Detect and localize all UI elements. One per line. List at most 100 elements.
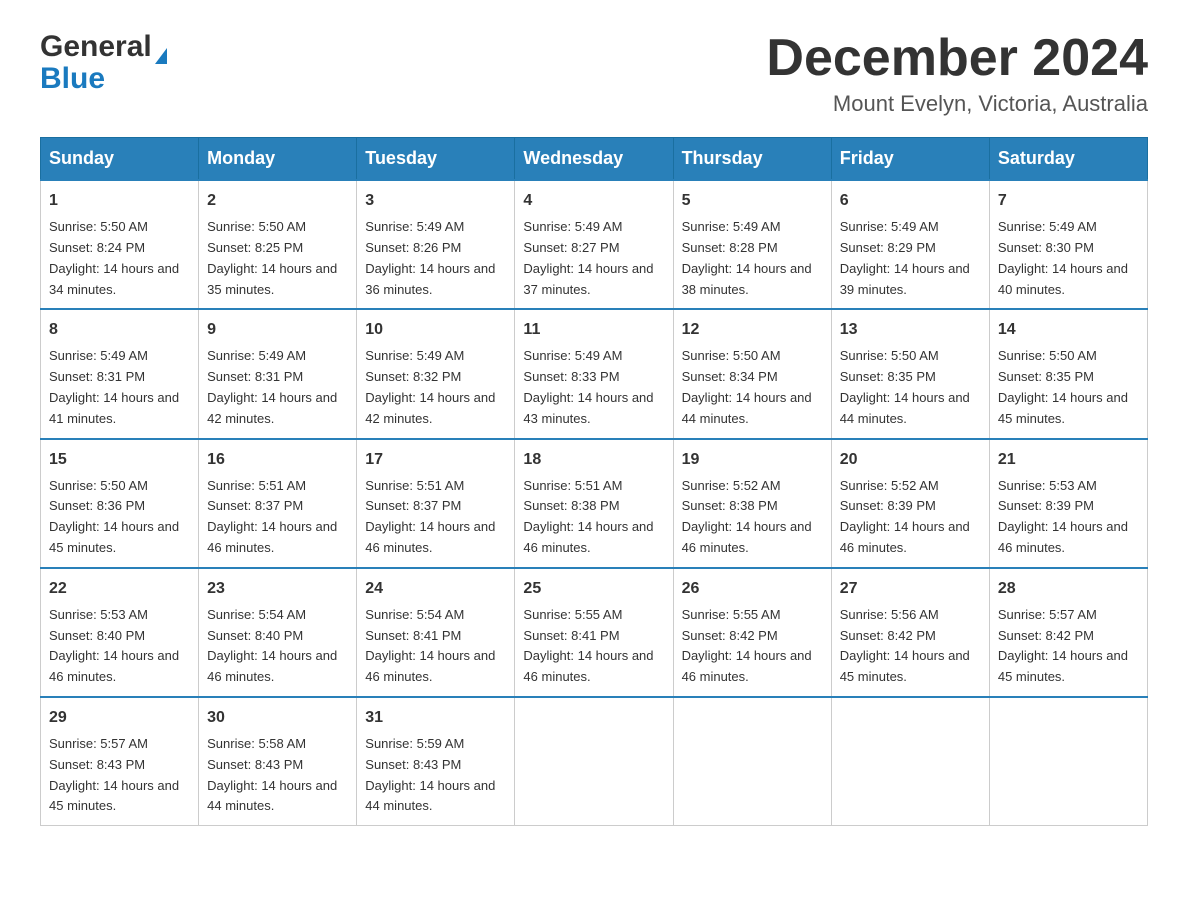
calendar-day-cell: 28 Sunrise: 5:57 AMSunset: 8:42 PMDayligh… [989,568,1147,697]
calendar-day-cell: 11 Sunrise: 5:49 AMSunset: 8:33 PMDayligh… [515,309,673,438]
day-number: 27 [840,577,981,601]
calendar-week-row: 1 Sunrise: 5:50 AMSunset: 8:24 PMDaylight… [41,180,1148,309]
day-detail: Sunrise: 5:51 AMSunset: 8:37 PMDaylight:… [207,478,337,555]
day-number: 28 [998,577,1139,601]
day-number: 25 [523,577,664,601]
day-number: 21 [998,448,1139,472]
calendar-day-cell [515,697,673,826]
calendar-day-cell: 22Sunrise: 5:53 AMSunset: 8:40 PMDayligh… [41,568,199,697]
day-number: 10 [365,318,506,342]
day-detail: Sunrise: 5:50 AMSunset: 8:36 PMDaylight:… [49,478,179,555]
title-block: December 2024 Mount Evelyn, Victoria, Au… [766,30,1148,117]
calendar-day-cell: 26 Sunrise: 5:55 AMSunset: 8:42 PMDayligh… [673,568,831,697]
day-number: 13 [840,318,981,342]
day-detail: Sunrise: 5:52 AMSunset: 8:38 PMDaylight:… [682,478,812,555]
day-number: 19 [682,448,823,472]
calendar-day-cell: 1 Sunrise: 5:50 AMSunset: 8:24 PMDaylight… [41,180,199,309]
day-detail: Sunrise: 5:49 AMSunset: 8:30 PMDaylight:… [998,219,1128,296]
day-number: 16 [207,448,348,472]
day-number: 1 [49,189,190,213]
calendar-week-row: 29 Sunrise: 5:57 AMSunset: 8:43 PMDayligh… [41,697,1148,826]
calendar-day-cell: 12 Sunrise: 5:50 AMSunset: 8:34 PMDayligh… [673,309,831,438]
day-number: 2 [207,189,348,213]
calendar-day-cell: 27 Sunrise: 5:56 AMSunset: 8:42 PMDayligh… [831,568,989,697]
calendar-day-cell: 20Sunrise: 5:52 AMSunset: 8:39 PMDayligh… [831,439,989,568]
calendar-header-sunday: Sunday [41,138,199,181]
day-number: 3 [365,189,506,213]
day-detail: Sunrise: 5:56 AMSunset: 8:42 PMDaylight:… [840,607,970,684]
calendar-day-cell: 21 Sunrise: 5:53 AMSunset: 8:39 PMDayligh… [989,439,1147,568]
day-detail: Sunrise: 5:51 AMSunset: 8:37 PMDaylight:… [365,478,495,555]
day-detail: Sunrise: 5:58 AMSunset: 8:43 PMDaylight:… [207,736,337,813]
day-detail: Sunrise: 5:49 AMSunset: 8:31 PMDaylight:… [49,348,179,425]
day-number: 17 [365,448,506,472]
day-detail: Sunrise: 5:57 AMSunset: 8:43 PMDaylight:… [49,736,179,813]
day-number: 30 [207,706,348,730]
day-number: 31 [365,706,506,730]
day-detail: Sunrise: 5:54 AMSunset: 8:41 PMDaylight:… [365,607,495,684]
day-detail: Sunrise: 5:54 AMSunset: 8:40 PMDaylight:… [207,607,337,684]
day-number: 18 [523,448,664,472]
logo-blue-text: Blue [40,62,105,96]
calendar-day-cell: 13 Sunrise: 5:50 AMSunset: 8:35 PMDayligh… [831,309,989,438]
day-detail: Sunrise: 5:49 AMSunset: 8:26 PMDaylight:… [365,219,495,296]
calendar-table: SundayMondayTuesdayWednesdayThursdayFrid… [40,137,1148,826]
day-number: 4 [523,189,664,213]
calendar-week-row: 15 Sunrise: 5:50 AMSunset: 8:36 PMDayligh… [41,439,1148,568]
calendar-day-cell [673,697,831,826]
calendar-week-row: 22Sunrise: 5:53 AMSunset: 8:40 PMDayligh… [41,568,1148,697]
day-detail: Sunrise: 5:49 AMSunset: 8:28 PMDaylight:… [682,219,812,296]
calendar-day-cell: 6 Sunrise: 5:49 AMSunset: 8:29 PMDaylight… [831,180,989,309]
day-number: 26 [682,577,823,601]
calendar-week-row: 8 Sunrise: 5:49 AMSunset: 8:31 PMDaylight… [41,309,1148,438]
day-number: 11 [523,318,664,342]
day-detail: Sunrise: 5:50 AMSunset: 8:34 PMDaylight:… [682,348,812,425]
day-detail: Sunrise: 5:49 AMSunset: 8:29 PMDaylight:… [840,219,970,296]
calendar-day-cell: 25Sunrise: 5:55 AMSunset: 8:41 PMDayligh… [515,568,673,697]
calendar-header-saturday: Saturday [989,138,1147,181]
day-number: 24 [365,577,506,601]
location-title: Mount Evelyn, Victoria, Australia [766,91,1148,117]
day-detail: Sunrise: 5:55 AMSunset: 8:42 PMDaylight:… [682,607,812,684]
calendar-header-friday: Friday [831,138,989,181]
calendar-day-cell: 23Sunrise: 5:54 AMSunset: 8:40 PMDayligh… [199,568,357,697]
day-number: 5 [682,189,823,213]
calendar-day-cell [831,697,989,826]
day-detail: Sunrise: 5:53 AMSunset: 8:39 PMDaylight:… [998,478,1128,555]
calendar-day-cell: 16 Sunrise: 5:51 AMSunset: 8:37 PMDayligh… [199,439,357,568]
calendar-day-cell: 9 Sunrise: 5:49 AMSunset: 8:31 PMDaylight… [199,309,357,438]
calendar-day-cell: 8 Sunrise: 5:49 AMSunset: 8:31 PMDaylight… [41,309,199,438]
calendar-header-tuesday: Tuesday [357,138,515,181]
day-number: 7 [998,189,1139,213]
day-number: 12 [682,318,823,342]
day-number: 9 [207,318,348,342]
day-number: 14 [998,318,1139,342]
day-detail: Sunrise: 5:49 AMSunset: 8:33 PMDaylight:… [523,348,653,425]
calendar-day-cell: 24 Sunrise: 5:54 AMSunset: 8:41 PMDayligh… [357,568,515,697]
calendar-day-cell: 14Sunrise: 5:50 AMSunset: 8:35 PMDayligh… [989,309,1147,438]
day-detail: Sunrise: 5:50 AMSunset: 8:35 PMDaylight:… [840,348,970,425]
day-detail: Sunrise: 5:49 AMSunset: 8:27 PMDaylight:… [523,219,653,296]
calendar-day-cell: 2Sunrise: 5:50 AMSunset: 8:25 PMDaylight… [199,180,357,309]
day-number: 22 [49,577,190,601]
calendar-header-wednesday: Wednesday [515,138,673,181]
calendar-day-cell [989,697,1147,826]
month-title: December 2024 [766,30,1148,87]
calendar-day-cell: 10 Sunrise: 5:49 AMSunset: 8:32 PMDayligh… [357,309,515,438]
day-number: 20 [840,448,981,472]
day-number: 6 [840,189,981,213]
day-detail: Sunrise: 5:57 AMSunset: 8:42 PMDaylight:… [998,607,1128,684]
day-number: 8 [49,318,190,342]
logo: General Blue [40,30,167,96]
day-number: 29 [49,706,190,730]
calendar-header-monday: Monday [199,138,357,181]
day-detail: Sunrise: 5:49 AMSunset: 8:31 PMDaylight:… [207,348,337,425]
day-number: 15 [49,448,190,472]
calendar-header-row: SundayMondayTuesdayWednesdayThursdayFrid… [41,138,1148,181]
day-detail: Sunrise: 5:49 AMSunset: 8:32 PMDaylight:… [365,348,495,425]
calendar-day-cell: 3 Sunrise: 5:49 AMSunset: 8:26 PMDaylight… [357,180,515,309]
calendar-day-cell: 18Sunrise: 5:51 AMSunset: 8:38 PMDayligh… [515,439,673,568]
page-header: General Blue December 2024 Mount Evelyn,… [40,30,1148,117]
day-detail: Sunrise: 5:50 AMSunset: 8:24 PMDaylight:… [49,219,179,296]
logo-general-text: General [40,30,152,64]
